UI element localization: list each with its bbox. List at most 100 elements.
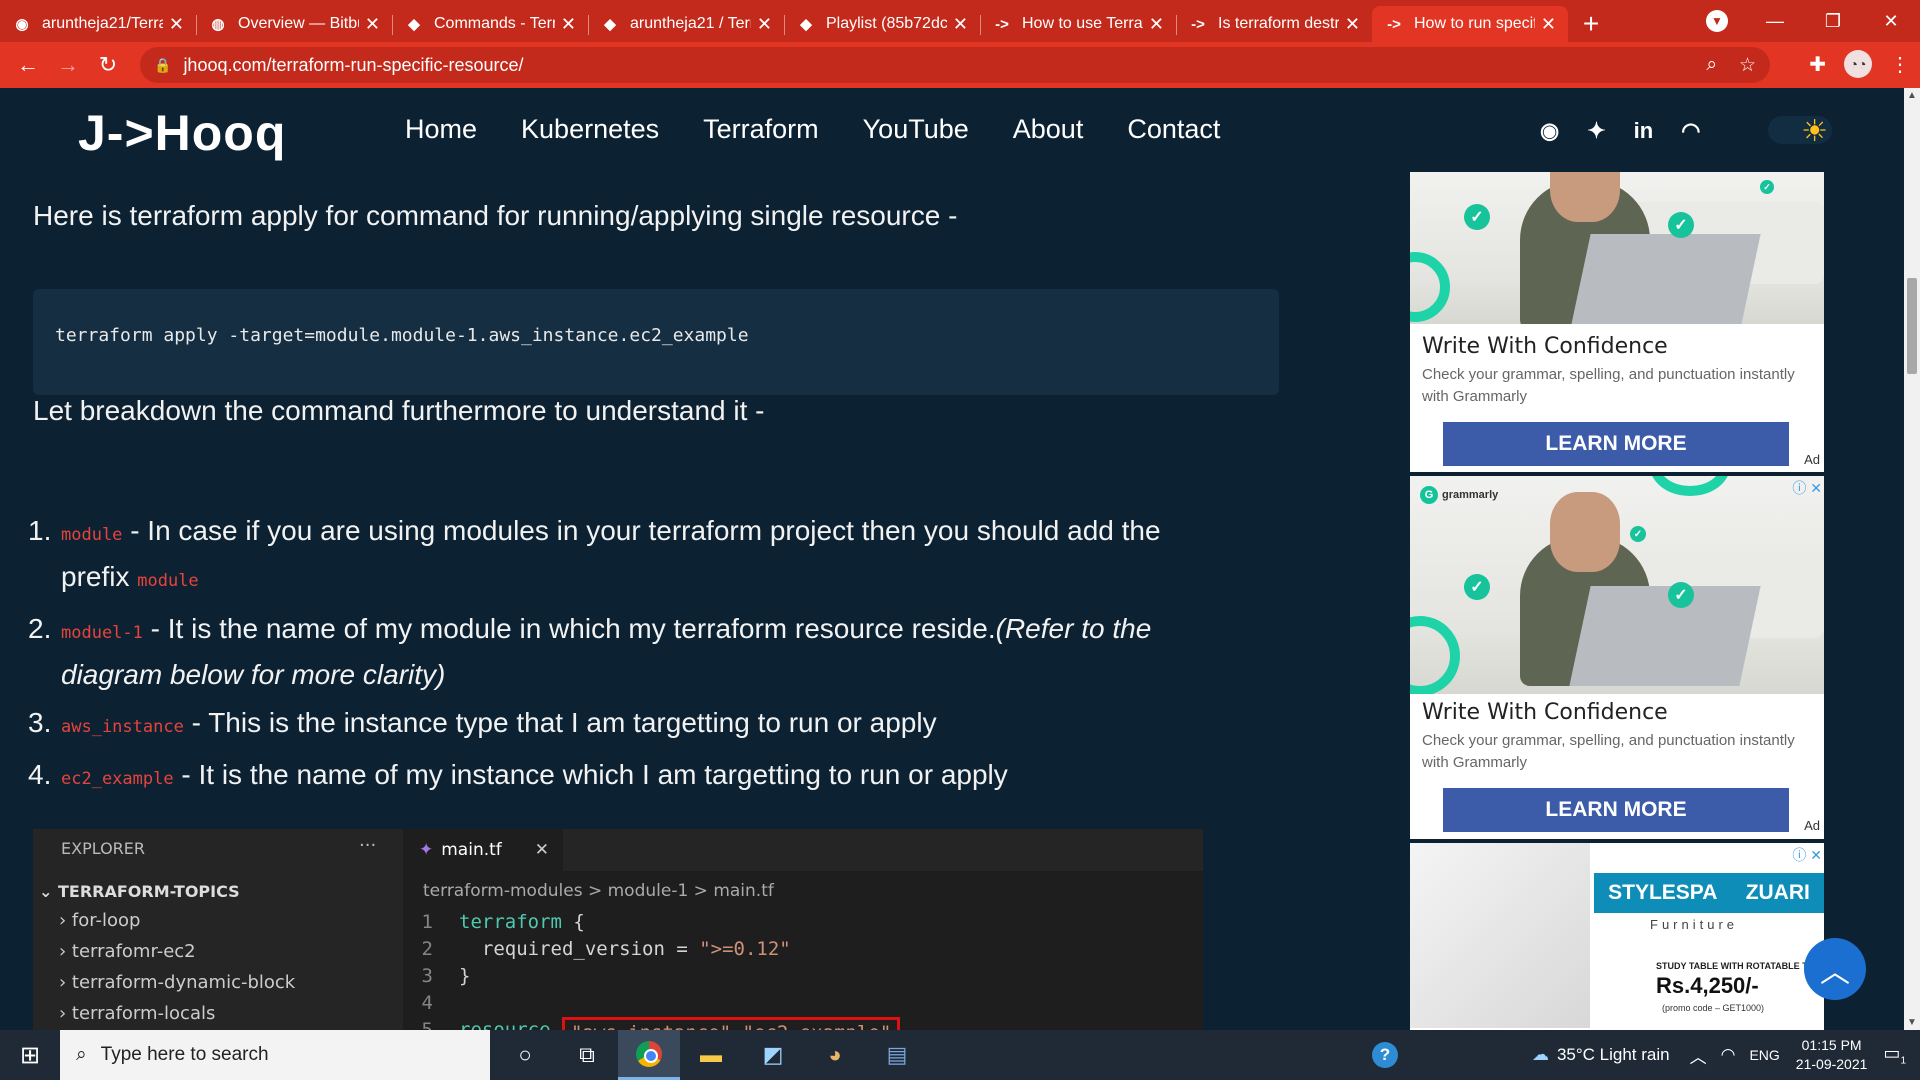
help-icon[interactable]: ? — [1372, 1042, 1398, 1068]
nav-kubernetes[interactable]: Kubernetes — [521, 114, 659, 145]
task-view-icon[interactable]: ⧉ — [556, 1030, 618, 1080]
list-item: 4. ec2_example - It is the name of my ins… — [28, 754, 1208, 800]
tree-item: › terraform-locals — [59, 1003, 216, 1024]
sun-icon: ☀ — [1801, 115, 1828, 148]
list-number: 3. — [28, 707, 52, 738]
vscode-explorer: EXPLORER ··· ⌄ TERRAFORM-TOPICS › for-lo… — [33, 829, 403, 1030]
new-tab-icon[interactable]: + — [1568, 6, 1614, 42]
explorer-tree: › for-loop › terrafomr-ec2 › terraform-d… — [59, 905, 295, 1029]
wifi-icon[interactable]: ◠ — [1721, 1045, 1736, 1065]
notification-icon[interactable]: ▭1 — [1883, 1043, 1906, 1067]
scrollbar-thumb[interactable] — [1907, 278, 1917, 374]
code-block: terraform apply -target=module.module-1.… — [33, 289, 1279, 395]
nav-youtube[interactable]: YouTube — [863, 114, 969, 145]
site-header: J->Hooq Home Kubernetes Terraform YouTub… — [0, 88, 1904, 172]
ad-promo: STUDY TABLE WITH ROTATABLE TO — [1656, 961, 1815, 971]
jhooq-icon: -> — [995, 15, 1009, 33]
adchoices-icon[interactable]: ⓘ ✕ — [1792, 845, 1822, 865]
site-logo[interactable]: J->Hooq — [78, 104, 286, 162]
app-icon[interactable]: ◩ — [742, 1030, 804, 1080]
close-tab-icon[interactable]: ✕ — [561, 14, 576, 35]
file-explorer-icon[interactable]: ▬ — [680, 1030, 742, 1080]
close-tab-icon[interactable]: ✕ — [1345, 14, 1360, 35]
language-indicator[interactable]: ENG — [1749, 1047, 1779, 1063]
extensions-icon[interactable]: ✚ — [1809, 52, 1826, 77]
chrome-taskbar-icon[interactable] — [618, 1030, 680, 1080]
scroll-to-top-button[interactable]: ︿ — [1804, 938, 1866, 1000]
browser-tab[interactable]: -> How to run specif ✕ — [1372, 6, 1568, 42]
profile-avatar[interactable]: ◔◔ — [1844, 50, 1872, 78]
close-icon: ✕ — [534, 840, 549, 860]
reload-icon[interactable]: ↻ — [88, 52, 128, 78]
explorer-title: EXPLORER — [61, 839, 145, 858]
forward-icon[interactable]: → — [48, 52, 88, 78]
menu-kebab-icon[interactable]: ⋮ — [1890, 52, 1910, 77]
code-text: required_version = — [459, 938, 700, 960]
back-icon[interactable]: ← — [8, 52, 48, 78]
ad-photo: ✓ ✓ ✓ Ggrammarly ⓘ ✕ — [1410, 476, 1824, 694]
cortana-icon[interactable]: ○ — [494, 1030, 556, 1080]
browser-tab[interactable]: ◆ Commands - Terra ✕ — [392, 6, 588, 42]
address-bar[interactable]: 🔒 jhooq.com/terraform-run-specific-resou… — [140, 47, 1770, 83]
code-keyword: terraform — [459, 911, 562, 933]
rss-icon[interactable]: ◠ — [1681, 118, 1700, 144]
close-tab-icon[interactable]: ✕ — [757, 14, 772, 35]
article-content: Here is terraform apply for command for … — [0, 172, 1400, 1030]
nav-terraform[interactable]: Terraform — [703, 114, 819, 145]
github-icon[interactable]: ◉ — [1540, 118, 1559, 144]
tab-search-icon[interactable]: ▼ — [1706, 10, 1728, 32]
scroll-up-icon[interactable]: ▲ — [1904, 90, 1920, 101]
list-number: 2. — [28, 613, 52, 644]
adchoices-icon[interactable]: ⓘ ✕ — [1792, 478, 1822, 498]
browser-tab[interactable]: ◉ aruntheja21/Terra ✕ — [0, 6, 196, 42]
scroll-down-icon[interactable]: ▼ — [1904, 1017, 1920, 1028]
tab-title: How to run specif — [1414, 15, 1535, 32]
theme-toggle[interactable]: ☀ — [1768, 115, 1832, 148]
ad-grammarly-2[interactable]: ✓ ✓ ✓ Ggrammarly ⓘ ✕ Write With Confiden… — [1410, 476, 1824, 839]
minimize-icon[interactable]: — — [1746, 11, 1804, 32]
bookmark-star-icon[interactable]: ☆ — [1739, 54, 1756, 77]
ad-description: Check your grammar, spelling, and punctu… — [1422, 366, 1795, 405]
code-line: 3} — [403, 963, 900, 990]
nav-contact[interactable]: Contact — [1127, 114, 1220, 145]
learn-more-button[interactable]: LEARN MORE — [1443, 422, 1789, 466]
clock[interactable]: 01:15 PM 21-09-2021 — [1796, 1036, 1868, 1074]
virtualbox-icon[interactable]: ▤ — [866, 1030, 928, 1080]
zoom-icon[interactable]: ⌕ — [1706, 54, 1717, 77]
line-number: 4 — [421, 992, 433, 1014]
tab-title: Is terraform destr — [1218, 15, 1339, 32]
close-tab-icon[interactable]: ✕ — [953, 14, 968, 35]
ad-subtitle: Furniture — [1650, 917, 1739, 932]
windows-start-icon[interactable]: ⊞ — [0, 1041, 60, 1070]
ad-grammarly-1[interactable]: ✓ ✓ ✓ Write With Confidence Check your g… — [1410, 172, 1824, 472]
windows-taskbar: ⊞ ⌕ Type here to search ○ ⧉ ▬ ◩ ◕ ▤ ? ☁ … — [0, 1030, 1920, 1080]
taskbar-search[interactable]: ⌕ Type here to search — [60, 1030, 490, 1080]
ad-stylespa[interactable]: ⓘ ✕ STYLESPA ZUARI Furniture STUDY TABLE … — [1410, 843, 1824, 1030]
linkedin-icon[interactable]: in — [1634, 118, 1654, 144]
code-string: "aws_instance" "ec2_example" — [561, 1017, 901, 1030]
browser-tab[interactable]: ◆ Playlist (85b72dc ✕ — [784, 6, 980, 42]
close-window-icon[interactable]: ✕ — [1862, 11, 1920, 32]
close-tab-icon[interactable]: ✕ — [1541, 14, 1556, 35]
nav-home[interactable]: Home — [405, 114, 477, 145]
tree-item: › terrafomr-ec2 — [59, 941, 196, 962]
close-tab-icon[interactable]: ✕ — [365, 14, 380, 35]
learn-more-button[interactable]: LEARN MORE — [1443, 788, 1789, 832]
editor-breadcrumb: terraform-modules > module-1 > main.tf — [423, 881, 774, 901]
twitter-icon[interactable]: ✦ — [1587, 118, 1605, 144]
browser-tab[interactable]: ◆ aruntheja21 / Terr ✕ — [588, 6, 784, 42]
restore-icon[interactable]: ❐ — [1804, 11, 1862, 32]
browser-tab[interactable]: ◍ Overview — Bitbu ✕ — [196, 6, 392, 42]
page-scrollbar[interactable]: ▲ ▼ — [1904, 88, 1920, 1030]
browser-tab[interactable]: -> Is terraform destr ✕ — [1176, 6, 1372, 42]
weather-text[interactable]: 35°C Light rain — [1557, 1045, 1670, 1065]
close-tab-icon[interactable]: ✕ — [1149, 14, 1164, 35]
tree-item: › terraform-dynamic-block — [59, 972, 296, 993]
tree-item: › for-loop — [59, 910, 141, 931]
nav-about[interactable]: About — [1013, 114, 1084, 145]
close-tab-icon[interactable]: ✕ — [169, 14, 184, 35]
browser-tab[interactable]: -> How to use Terraf ✕ — [980, 6, 1176, 42]
code-string: ">=0.12" — [699, 938, 791, 960]
paint-icon[interactable]: ◕ — [804, 1030, 866, 1080]
tray-expand-icon[interactable]: ︿ — [1690, 1043, 1707, 1068]
